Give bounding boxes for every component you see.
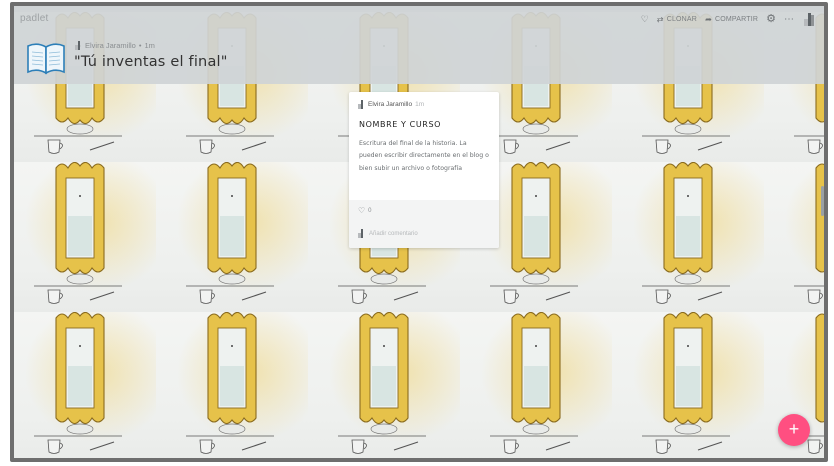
like-button[interactable]: ♡ 0	[358, 206, 372, 215]
comment-placeholder: Añadir comentario	[369, 230, 418, 237]
wallpaper-tile	[612, 312, 764, 458]
byline-separator: •	[138, 41, 142, 50]
wallpaper-tile	[612, 162, 764, 312]
post-time: 1m	[415, 101, 425, 108]
add-post-button[interactable]: +	[778, 414, 810, 446]
padlet-board: padlet ♡ ⇄ CLONAR ➦ COMPARTIR ⚙ ⋯ Elvira…	[14, 6, 824, 458]
board-header: Elvira Jaramillo • 1m "Tú inventas el fi…	[14, 34, 824, 84]
user-avatar-icon[interactable]	[802, 13, 814, 26]
board-byline: Elvira Jaramillo • 1m	[74, 41, 155, 50]
wallpaper-tile	[14, 312, 156, 458]
post-body: Escritura del final de la historia. La p…	[359, 140, 489, 172]
wallpaper-tile	[764, 162, 824, 312]
like-count: 0	[368, 207, 372, 214]
post-title: NOMBRE Y CURSO	[359, 120, 442, 129]
wallpaper-tile	[308, 312, 460, 458]
clone-button[interactable]: ⇄ CLONAR	[657, 15, 697, 24]
open-book-icon	[27, 43, 65, 75]
padlet-logo[interactable]: padlet	[20, 13, 48, 24]
author-avatar-icon	[75, 41, 80, 50]
wallpaper-tile	[156, 162, 308, 312]
post-footer: ♡ 0 Añadir comentario	[349, 200, 499, 248]
gear-icon[interactable]: ⚙	[766, 14, 776, 25]
heart-outline-icon[interactable]: ♡	[641, 15, 649, 24]
commenter-avatar-icon	[358, 229, 363, 238]
share-arrow-icon: ➦	[705, 15, 712, 24]
wallpaper-tile	[14, 162, 156, 312]
board-title: "Tú inventas el final"	[74, 54, 228, 70]
share-label: COMPARTIR	[714, 16, 759, 23]
board-author[interactable]: Elvira Jaramillo	[85, 41, 136, 50]
post-author-avatar-icon	[358, 100, 363, 109]
board-time: 1m	[144, 41, 155, 50]
post-author-row: Elvira Jaramillo 1m	[357, 100, 424, 109]
post-author: Elvira Jaramillo	[368, 101, 413, 108]
app-window: padlet ♡ ⇄ CLONAR ➦ COMPARTIR ⚙ ⋯ Elvira…	[10, 2, 828, 462]
wallpaper-tile	[460, 312, 612, 458]
ellipsis-icon[interactable]: ⋯	[784, 15, 794, 25]
post-card[interactable]: Elvira Jaramillo 1m NOMBRE Y CURSO Escri…	[349, 92, 499, 248]
share-button[interactable]: ➦ COMPARTIR	[705, 15, 758, 24]
heart-outline-icon: ♡	[358, 206, 366, 215]
repeat-icon: ⇄	[656, 15, 664, 24]
top-bar: padlet ♡ ⇄ CLONAR ➦ COMPARTIR ⚙ ⋯	[14, 6, 824, 34]
toolbar-actions: ♡ ⇄ CLONAR ➦ COMPARTIR ⚙ ⋯	[641, 13, 814, 26]
comment-input[interactable]: Añadir comentario	[357, 229, 418, 238]
scroll-indicator[interactable]	[821, 186, 824, 216]
clone-label: CLONAR	[666, 16, 698, 23]
wallpaper-tile	[156, 312, 308, 458]
